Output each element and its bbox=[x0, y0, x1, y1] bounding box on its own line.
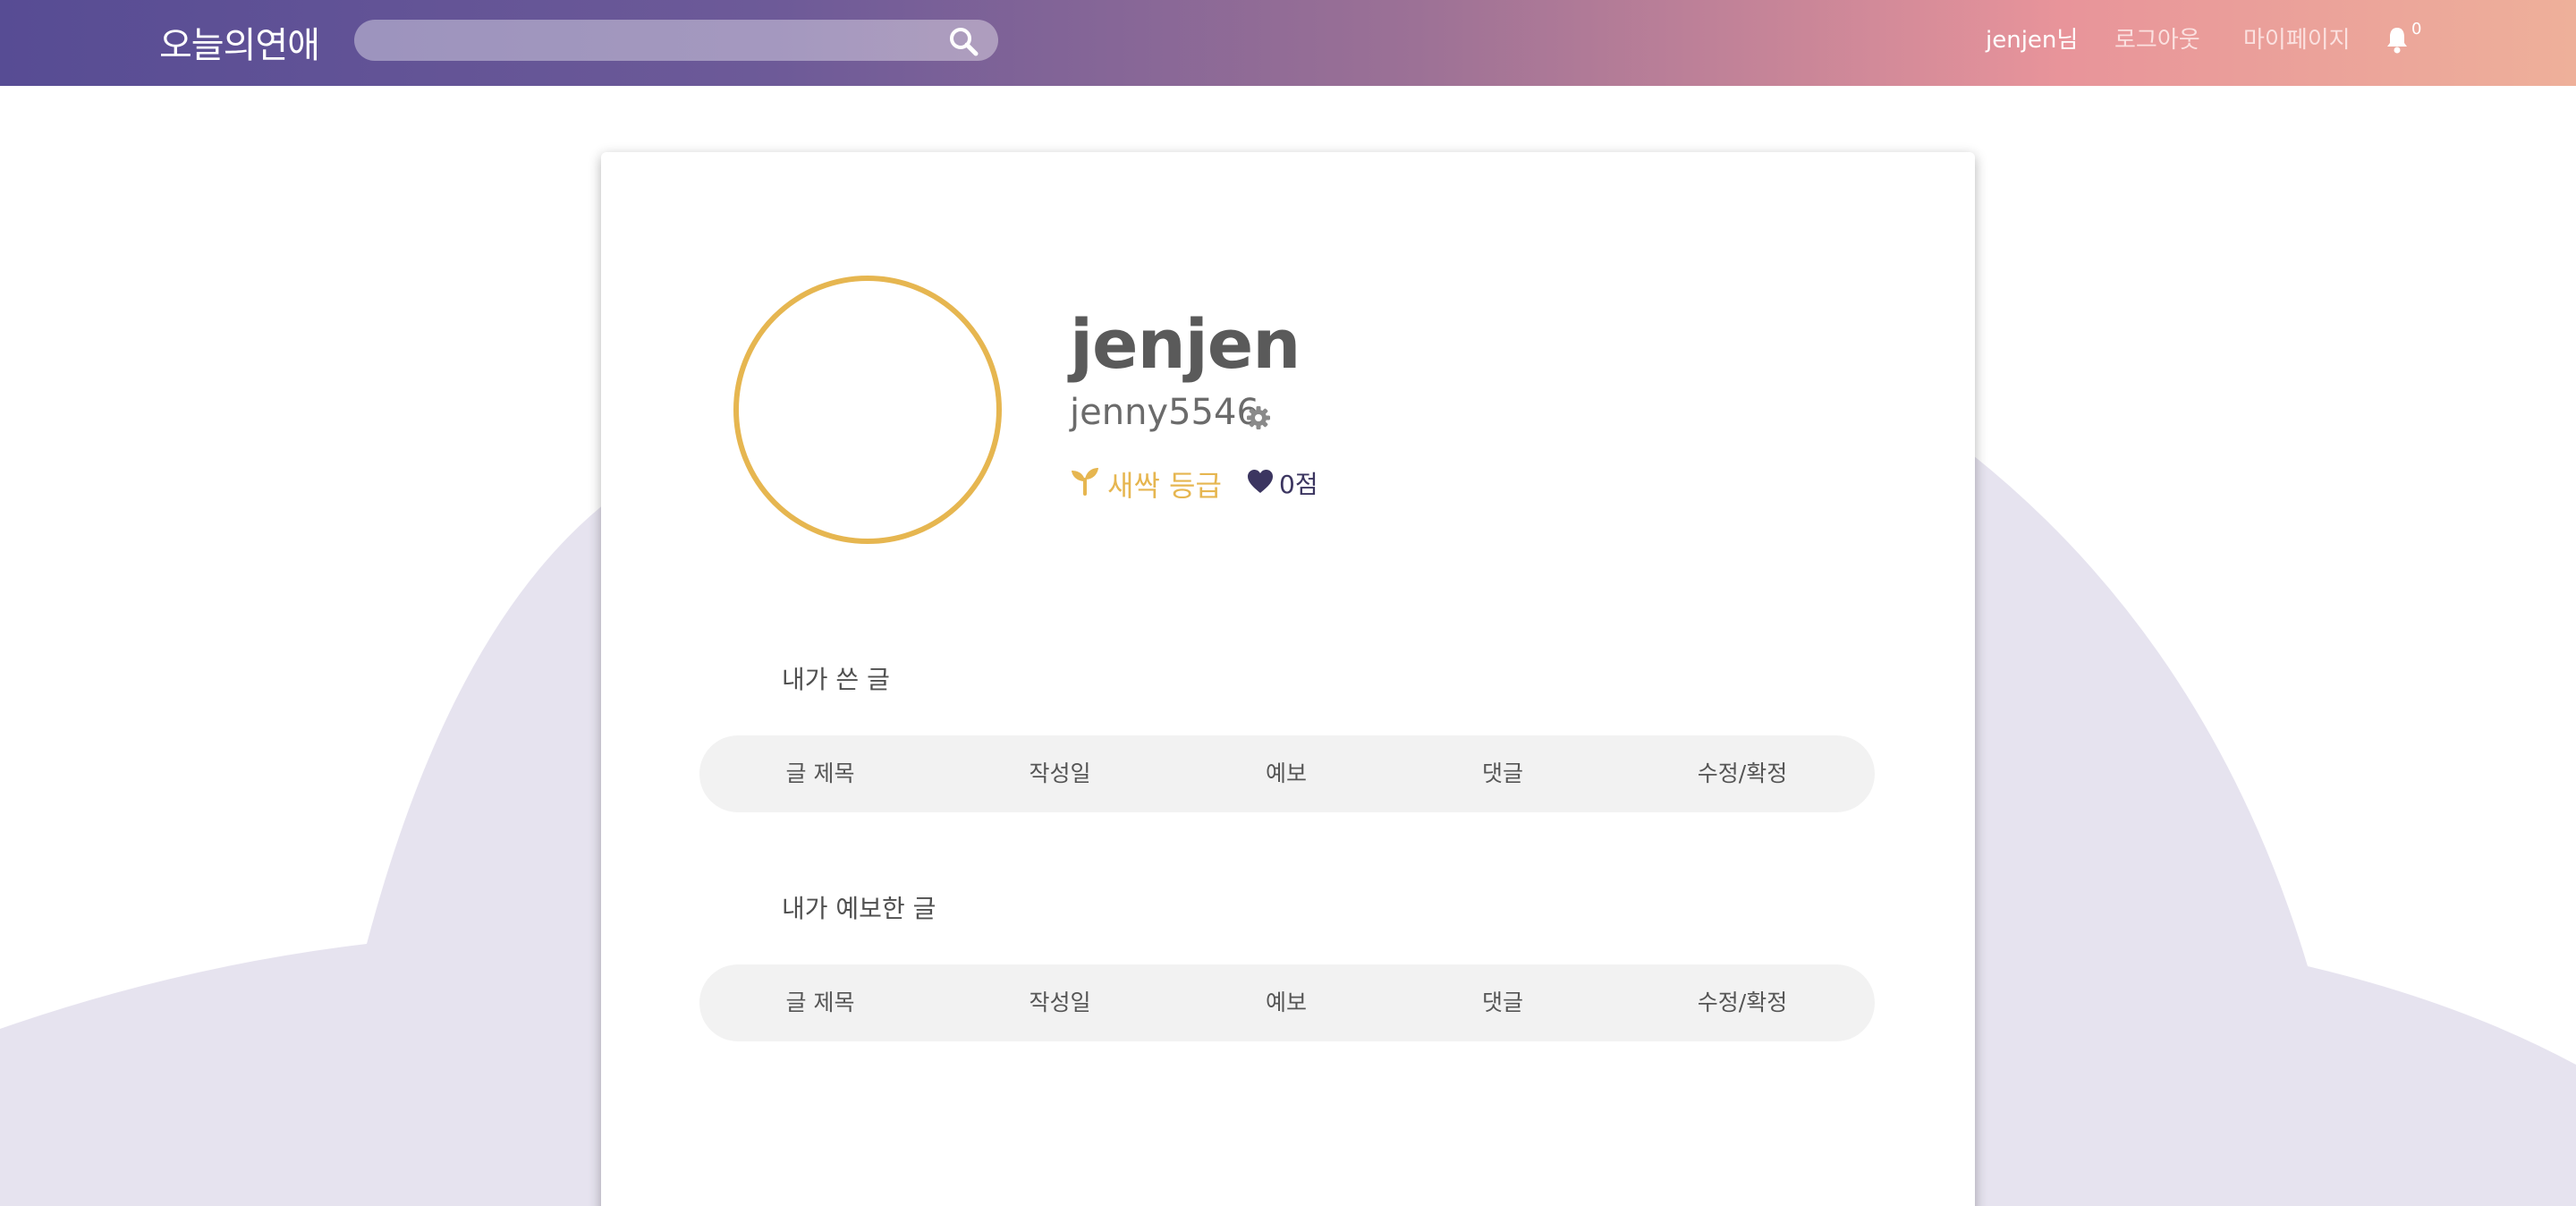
heart-icon bbox=[1248, 470, 1273, 493]
search-input[interactable] bbox=[374, 20, 928, 61]
search-icon[interactable] bbox=[948, 26, 979, 56]
mypage-link[interactable]: 마이페이지 bbox=[2243, 21, 2351, 57]
column-title: 글 제목 bbox=[785, 760, 855, 786]
user-greeting-link[interactable]: jenjen님 bbox=[1986, 21, 2078, 57]
page: 오늘의연애 jenjen님 로그아웃 마이페이지 0 jenjen jenny5… bbox=[0, 0, 2576, 1206]
column-title: 글 제목 bbox=[785, 989, 855, 1015]
gear-icon[interactable] bbox=[1245, 404, 1272, 431]
logout-link[interactable]: 로그아웃 bbox=[2114, 21, 2200, 57]
bell-icon[interactable] bbox=[2385, 25, 2410, 54]
column-forecast: 예보 bbox=[1265, 760, 1308, 786]
my-posts-title: 내가 쓴 글 bbox=[782, 665, 890, 694]
top-navbar: 오늘의연애 jenjen님 로그아웃 마이페이지 0 bbox=[0, 0, 2576, 86]
sprout-icon bbox=[1072, 468, 1098, 496]
profile-nickname: jenjen bbox=[1070, 304, 1301, 384]
points-label: 0점 bbox=[1279, 470, 1318, 499]
notification-count: 0 bbox=[2411, 20, 2422, 38]
my-posts-table-header: 글 제목 작성일 예보 댓글 수정/확정 bbox=[699, 735, 1875, 812]
search-bar bbox=[354, 20, 998, 61]
column-edit-confirm: 수정/확정 bbox=[1697, 989, 1788, 1015]
column-edit-confirm: 수정/확정 bbox=[1697, 760, 1788, 786]
column-forecast: 예보 bbox=[1265, 989, 1308, 1015]
profile-card: jenjen jenny5546 새싹 등급 0점 내가 쓴 글 글 제목 작성… bbox=[601, 152, 1975, 1206]
column-comments: 댓글 bbox=[1481, 989, 1524, 1015]
my-forecasts-title: 내가 예보한 글 bbox=[782, 894, 936, 923]
grade-label: 새싹 등급 bbox=[1107, 469, 1222, 503]
avatar bbox=[733, 276, 1002, 544]
column-comments: 댓글 bbox=[1481, 760, 1524, 786]
column-date: 작성일 bbox=[1029, 989, 1091, 1015]
my-forecasts-table-header: 글 제목 작성일 예보 댓글 수정/확정 bbox=[699, 964, 1875, 1041]
profile-user-id: jenny5546 bbox=[1070, 392, 1259, 433]
column-date: 작성일 bbox=[1029, 760, 1091, 786]
site-logo[interactable]: 오늘의연애 bbox=[159, 16, 320, 68]
